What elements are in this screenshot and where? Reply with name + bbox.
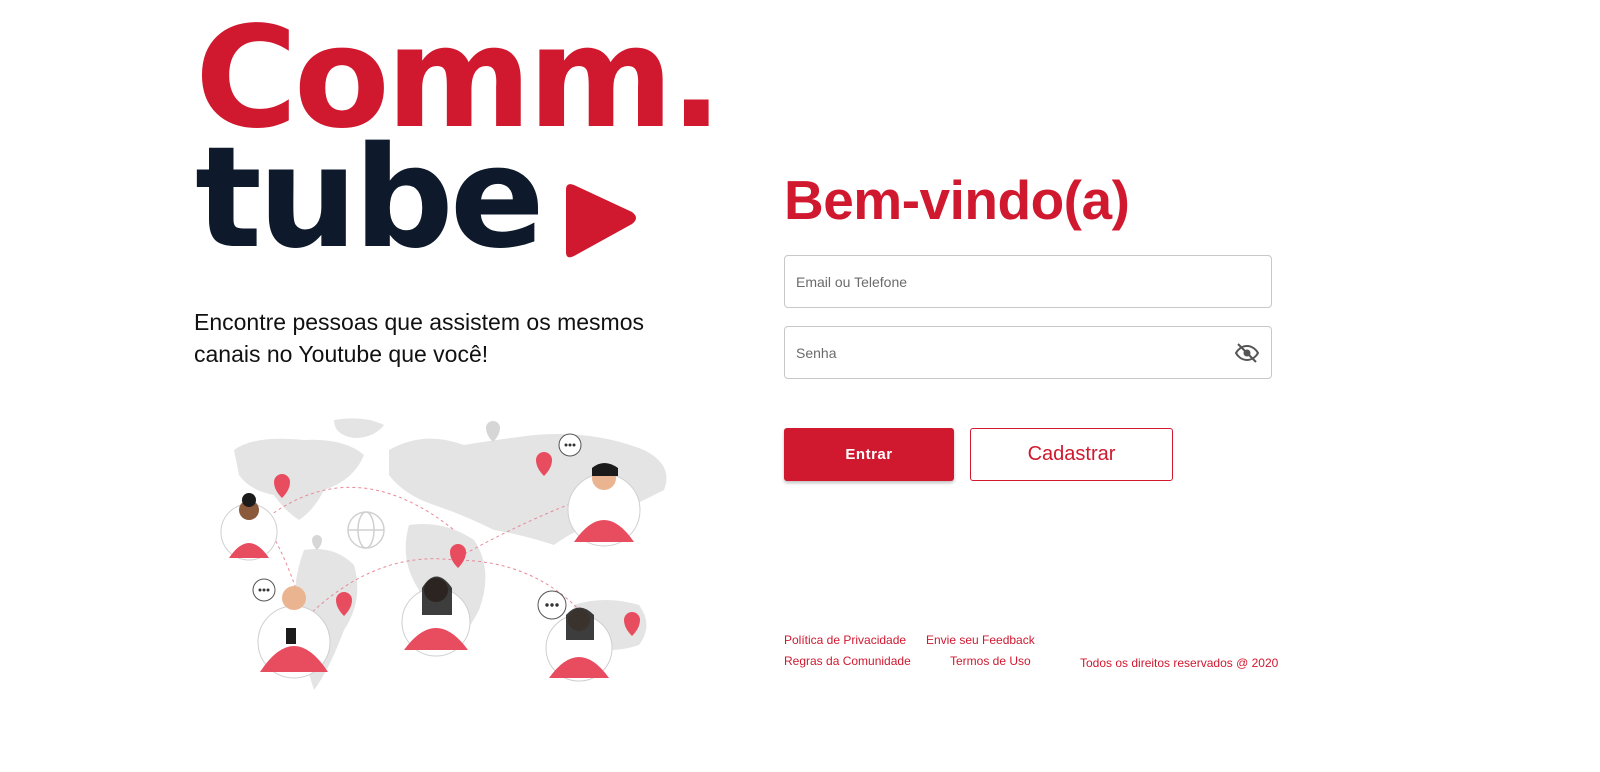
- community-rules-link[interactable]: Regras da Comunidade: [784, 654, 911, 668]
- world-map-people-illustration: [220, 418, 667, 690]
- login-page: Comm. tube Encontre pessoas que assistem…: [0, 0, 1600, 772]
- password-field-container: [784, 326, 1272, 379]
- welcome-title: Bem-vindo(a): [784, 169, 1130, 231]
- send-feedback-link[interactable]: Envie seu Feedback: [926, 633, 1035, 647]
- play-triangle-icon: [566, 184, 636, 258]
- terms-of-use-link[interactable]: Termos de Uso: [950, 654, 1031, 668]
- tagline: Encontre pessoas que assistem os mesmos …: [194, 309, 644, 367]
- email-input[interactable]: [785, 256, 1216, 307]
- enter-button[interactable]: Entrar: [784, 428, 954, 481]
- eye-slash-icon[interactable]: [1235, 342, 1259, 364]
- privacy-policy-link[interactable]: Política de Privacidade: [784, 633, 906, 647]
- register-button[interactable]: Cadastrar: [970, 428, 1173, 481]
- password-input[interactable]: [785, 327, 1216, 378]
- brand-logo: Comm. tube: [195, 4, 723, 280]
- logo-text-tube: tube: [195, 117, 545, 280]
- copyright-text: Todos os direitos reservados @ 2020: [1080, 656, 1279, 670]
- email-field-container: [784, 255, 1272, 308]
